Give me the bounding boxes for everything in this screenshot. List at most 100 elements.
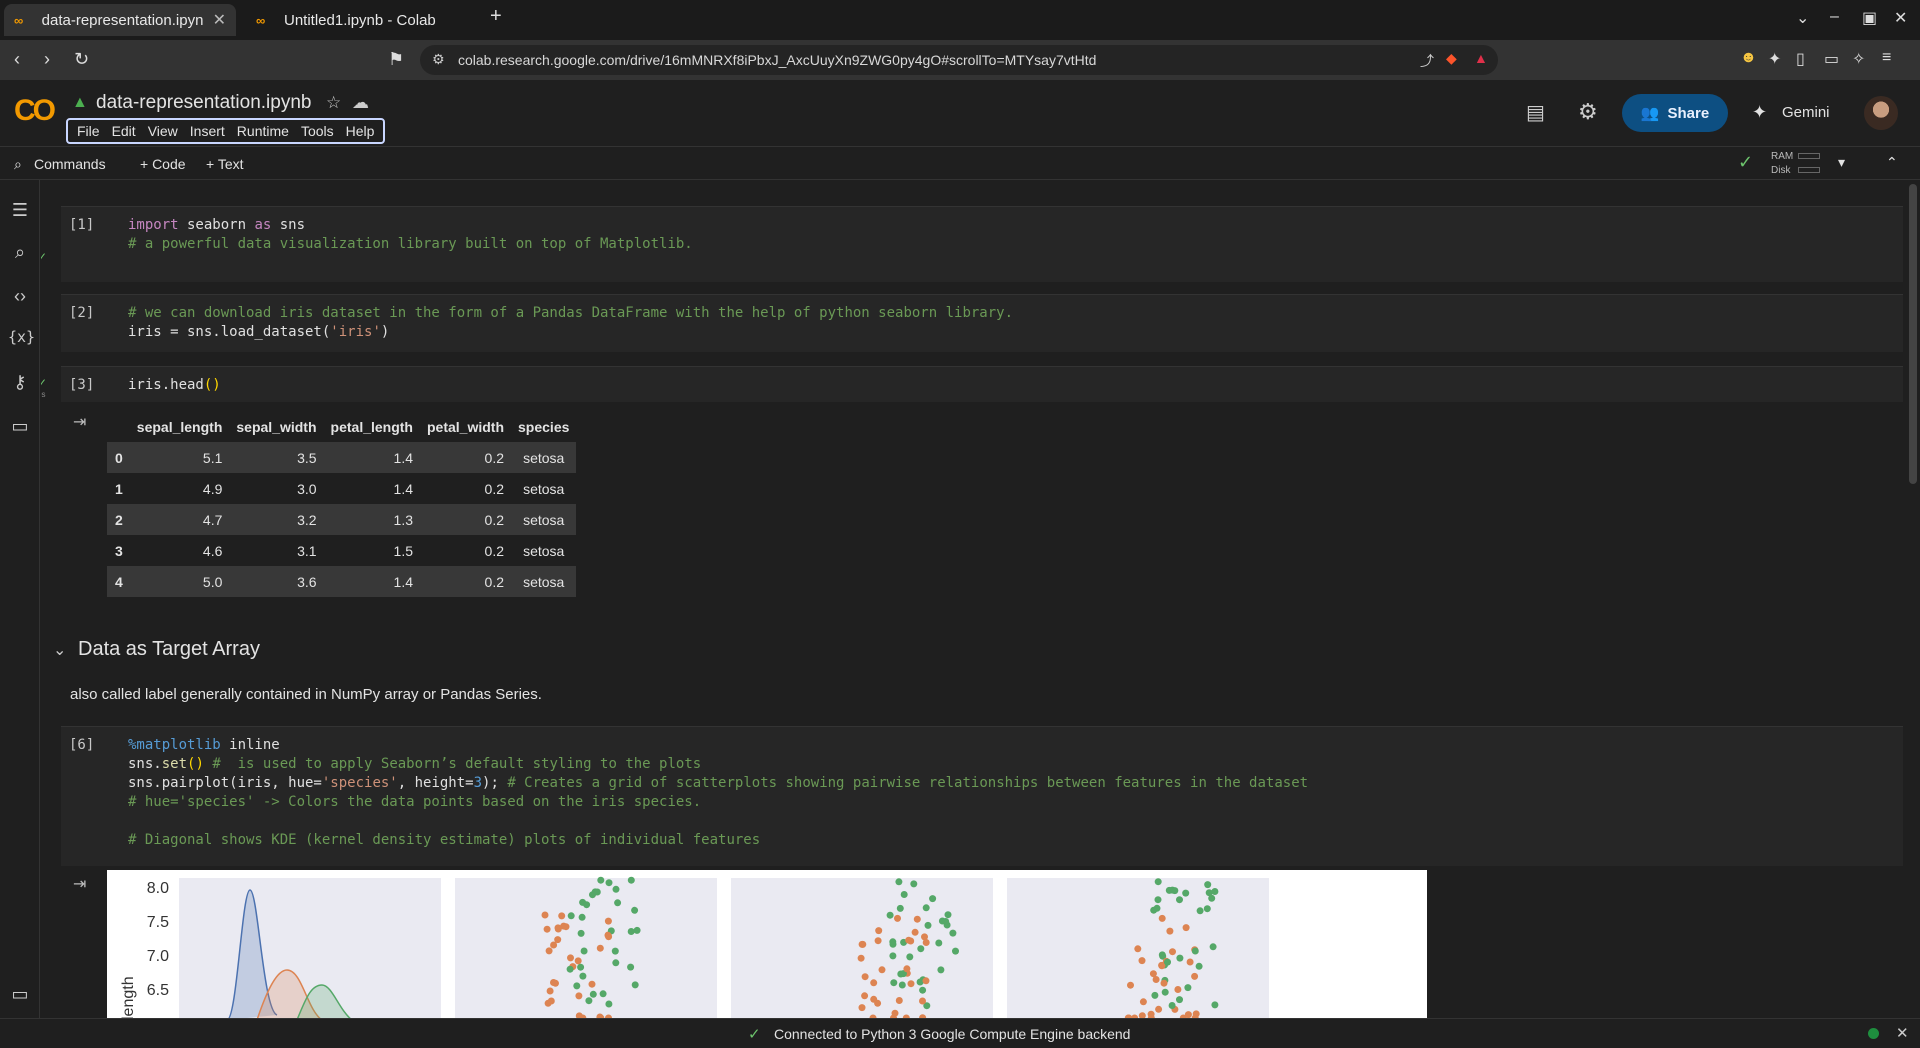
- column-header: sepal_length: [136, 419, 223, 435]
- code-cell-2[interactable]: [2] # we can download iris dataset in th…: [61, 294, 1903, 352]
- code-editor[interactable]: iris.head(): [128, 376, 221, 395]
- runtime-dropdown-icon[interactable]: ▾: [1838, 154, 1845, 171]
- scatter-point: [903, 965, 911, 973]
- close-status-icon[interactable]: ✕: [1896, 1024, 1909, 1042]
- emoji-extension-icon[interactable]: ☻: [1740, 49, 1757, 67]
- tab-list-chevron-icon[interactable]: ⌄: [1796, 8, 1809, 28]
- menu-help[interactable]: Help: [340, 123, 381, 139]
- scatter-point: [1127, 981, 1134, 989]
- notebook-title[interactable]: data-representation.ipynb: [96, 92, 311, 114]
- secrets-key-icon[interactable]: ⚷: [8, 372, 32, 393]
- commands-button[interactable]: Commands: [34, 156, 106, 172]
- back-icon[interactable]: ‹: [14, 49, 20, 70]
- scatter-point: [1182, 924, 1190, 932]
- table-of-contents-icon[interactable]: ☰: [8, 200, 32, 221]
- scatter-point: [1208, 894, 1216, 902]
- code-snippets-icon[interactable]: ‹›: [8, 286, 32, 307]
- scatter-point: [1204, 881, 1212, 889]
- scatter-point: [1176, 896, 1183, 904]
- close-tab-icon[interactable]: ✕: [213, 10, 226, 30]
- leo-ai-icon[interactable]: ✧: [1852, 49, 1865, 69]
- scatter-point: [870, 995, 878, 1003]
- output-toggle-icon[interactable]: ⇥: [73, 412, 86, 432]
- code-cell-1[interactable]: [1] import seaborn as sns # a powerful d…: [61, 206, 1903, 282]
- scatter-point: [896, 904, 904, 912]
- scatter-point: [631, 906, 639, 914]
- code-editor[interactable]: import seaborn as sns # a powerful data …: [128, 216, 693, 254]
- scatter-point: [935, 939, 943, 947]
- scatter-point: [907, 980, 915, 988]
- scatter-point: [1153, 904, 1161, 912]
- people-icon: 👥: [1640, 105, 1660, 122]
- table-cell: 5.0: [129, 566, 230, 597]
- scatter-point: [1195, 962, 1203, 970]
- scatter-point: [577, 963, 585, 971]
- scatter-point: [612, 959, 620, 967]
- menu-insert[interactable]: Insert: [184, 123, 231, 139]
- bookmark-icon[interactable]: ⚑: [388, 49, 404, 70]
- address-bar[interactable]: ⚙ colab.research.google.com/drive/16mMNR…: [420, 45, 1498, 75]
- settings-gear-icon[interactable]: ⚙: [1578, 99, 1598, 125]
- disk-usage-bar[interactable]: [1798, 167, 1820, 173]
- variables-icon[interactable]: {x}: [8, 328, 35, 346]
- row-index: 0: [107, 442, 130, 473]
- gemini-button[interactable]: Gemini: [1782, 104, 1830, 121]
- scatter-point: [580, 947, 588, 955]
- wallet-icon[interactable]: ▭: [1824, 49, 1839, 69]
- close-window-icon[interactable]: ✕: [1894, 8, 1907, 28]
- table-cell: 3.1: [297, 542, 317, 559]
- scatter-point: [1139, 998, 1147, 1006]
- reload-icon[interactable]: ↻: [74, 49, 89, 70]
- menu-view[interactable]: View: [142, 123, 184, 139]
- code-editor[interactable]: # we can download iris dataset in the fo…: [128, 304, 1013, 342]
- browser-menu-icon[interactable]: ≡: [1882, 49, 1891, 67]
- menu-runtime[interactable]: Runtime: [231, 123, 295, 139]
- scrollbar-thumb[interactable]: [1909, 184, 1917, 484]
- table-cell: 5.1: [129, 442, 230, 473]
- maximize-icon[interactable]: ▣: [1862, 8, 1877, 28]
- add-text-button[interactable]: + Text: [206, 156, 244, 172]
- add-code-button[interactable]: + Code: [140, 156, 186, 172]
- browser-tab[interactable]: ∞ Untitled1.ipynb - Colab: [246, 4, 478, 36]
- scatter-point: [861, 973, 869, 981]
- colab-logo[interactable]: CO: [14, 94, 56, 128]
- share-url-icon[interactable]: ⤴: [1420, 51, 1434, 71]
- output-toggle-icon[interactable]: ⇥: [73, 874, 86, 894]
- code-editor[interactable]: %matplotlib inline sns.set() # is used t…: [128, 736, 1308, 850]
- share-button[interactable]: 👥 Share: [1622, 94, 1728, 132]
- sidebar-toggle-icon[interactable]: ▯: [1796, 49, 1805, 69]
- brave-rewards-icon[interactable]: ▲: [1474, 50, 1488, 66]
- ram-usage-bar[interactable]: [1798, 153, 1820, 159]
- terminal-icon[interactable]: ▭: [8, 984, 32, 1005]
- menu-tools[interactable]: Tools: [295, 123, 340, 139]
- star-icon[interactable]: ☆: [326, 93, 341, 113]
- find-replace-icon[interactable]: ⌕: [8, 242, 32, 263]
- menu-edit[interactable]: Edit: [106, 123, 142, 139]
- collapse-section-chevron-icon[interactable]: ⌄: [53, 640, 66, 660]
- files-folder-icon[interactable]: ▭: [8, 416, 32, 437]
- menu-file[interactable]: File: [71, 123, 106, 139]
- code-cell-3[interactable]: [3] iris.head(): [61, 366, 1903, 402]
- scatter-point: [562, 923, 570, 931]
- table-cell: 0.2: [420, 442, 512, 473]
- site-info-icon[interactable]: ⚙: [432, 51, 445, 68]
- cloud-save-icon[interactable]: ☁: [352, 93, 369, 113]
- collapse-header-icon[interactable]: ⌃: [1886, 154, 1898, 171]
- new-tab-icon[interactable]: +: [490, 5, 502, 28]
- browser-tab-active[interactable]: ∞ data-representation.ipyn ✕: [4, 4, 236, 36]
- url-text: colab.research.google.com/drive/16mMNRXf…: [458, 52, 1097, 68]
- scatter-point: [890, 979, 898, 987]
- brave-shield-icon[interactable]: ◆: [1446, 50, 1457, 67]
- minimize-icon[interactable]: –: [1830, 8, 1839, 26]
- notebook-scrollbar[interactable]: [1906, 180, 1920, 1018]
- forward-icon[interactable]: ›: [44, 49, 50, 70]
- scatter-point: [1164, 958, 1171, 966]
- scatter-point: [1191, 947, 1199, 955]
- avatar[interactable]: [1864, 96, 1898, 130]
- scatter-point: [1169, 948, 1176, 956]
- scatter-point: [558, 912, 566, 920]
- scatter-point: [1211, 1001, 1219, 1009]
- comments-icon[interactable]: ▤: [1526, 100, 1545, 125]
- extensions-icon[interactable]: ✦: [1768, 49, 1781, 69]
- code-cell-6[interactable]: [6] %matplotlib inline sns.set() # is us…: [61, 726, 1903, 866]
